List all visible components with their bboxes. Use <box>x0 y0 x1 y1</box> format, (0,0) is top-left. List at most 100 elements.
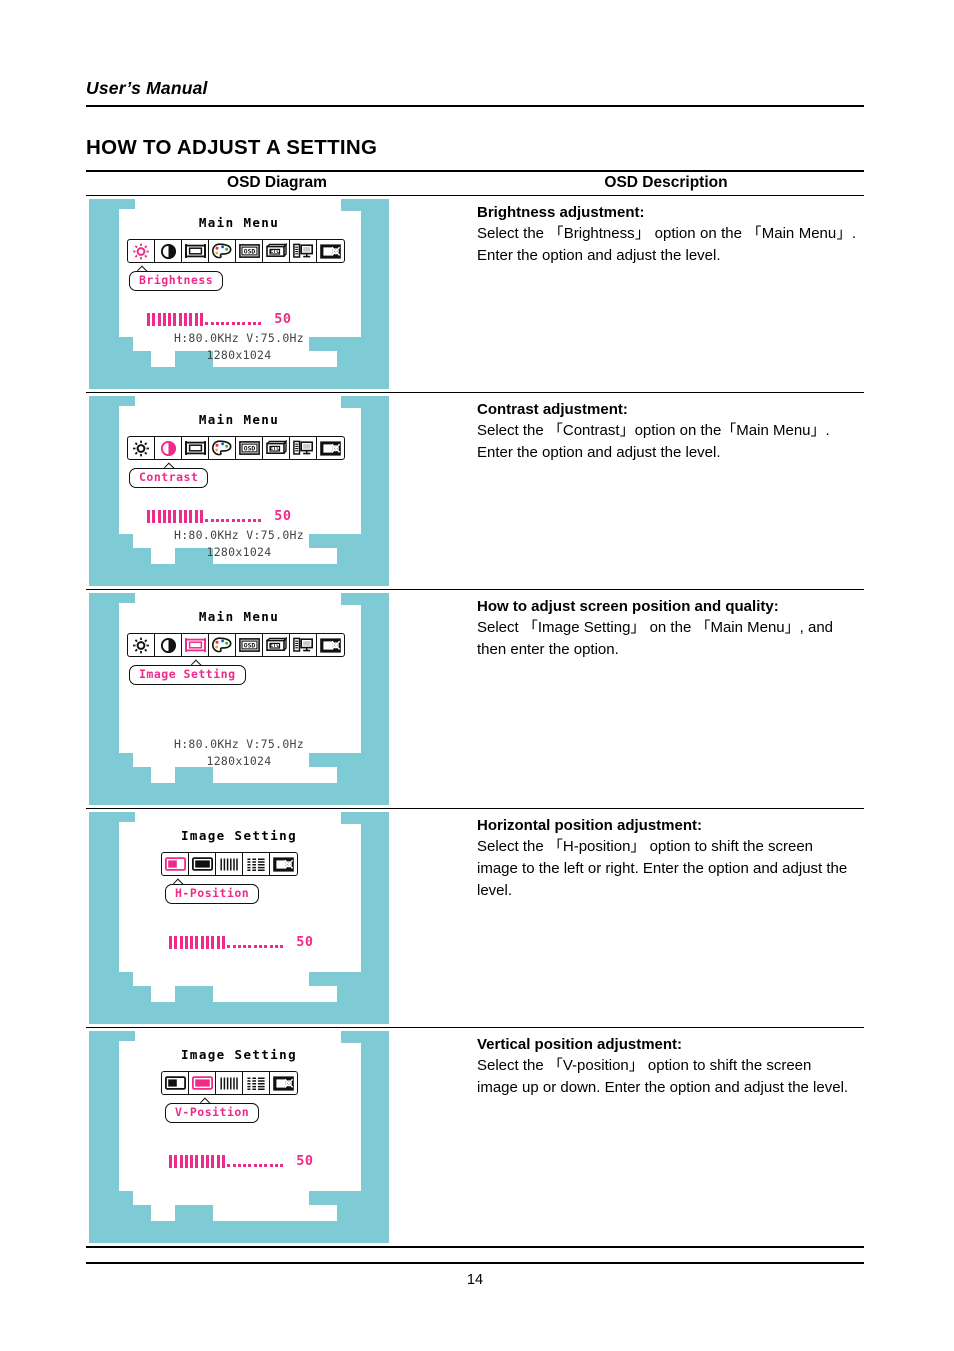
header-rule <box>86 105 864 107</box>
information-icon[interactable] <box>290 634 317 656</box>
osd-icon-row[interactable]: OSD ETC <box>127 633 345 657</box>
osd-resolution: 1280x1024 <box>206 348 272 362</box>
table-row: Main Menu <box>86 392 864 590</box>
osd-level-value: 50 <box>296 934 314 950</box>
bar-filled <box>169 935 225 949</box>
manual-title: User’s Manual <box>86 78 208 98</box>
exit-icon[interactable] <box>270 1072 297 1094</box>
h-position-icon[interactable] <box>162 853 189 875</box>
osd-content: Main Menu <box>89 199 389 389</box>
image-setting-icon[interactable] <box>182 634 209 656</box>
osd-selected-label: Brightness <box>129 271 224 291</box>
osd-diagram-cell: Main Menu <box>86 195 468 393</box>
phase-icon[interactable] <box>243 853 270 875</box>
brightness-icon[interactable] <box>128 634 155 656</box>
osd-level-value: 50 <box>296 1153 314 1169</box>
brightness-icon[interactable] <box>128 240 155 262</box>
v-position-icon[interactable] <box>189 853 216 875</box>
osd-selected-label: H-Position <box>165 884 260 904</box>
brightness-icon[interactable] <box>128 437 155 459</box>
bar-empty <box>227 936 284 949</box>
svg-text:ETC: ETC <box>270 249 279 255</box>
color-icon[interactable] <box>209 634 236 656</box>
osd-diagram: Main Menu <box>89 593 389 805</box>
osd-menu-title: Image Setting <box>180 1047 298 1062</box>
description-block: Brightness adjustment: Select the 「Bright… <box>468 196 864 277</box>
table-body: Main Menu OSD ETC Brightness 50 H:80.0KH… <box>86 195 864 1248</box>
bar-empty <box>227 1155 284 1168</box>
osd-icon-row[interactable]: OSD ETC <box>127 436 345 460</box>
svg-text:OSD: OSD <box>243 641 255 649</box>
etc-icon[interactable]: ETC <box>263 240 290 262</box>
bar-filled <box>147 509 203 523</box>
osd-menu-title: Main Menu <box>198 412 280 427</box>
description-body: Select the 「V-position」 option to shift … <box>477 1057 849 1097</box>
information-icon[interactable] <box>290 437 317 459</box>
etc-icon[interactable]: ETC <box>263 437 290 459</box>
contrast-icon[interactable] <box>155 240 182 262</box>
exit-icon[interactable] <box>317 437 344 459</box>
clock-icon[interactable] <box>216 853 243 875</box>
description-heading: Contrast adjustment: <box>477 401 628 418</box>
osd-icon-row[interactable]: OSD ETC <box>127 239 345 263</box>
osd-diagram: Main Menu <box>89 199 389 389</box>
v-position-icon[interactable] <box>189 1072 216 1094</box>
osd-icon[interactable]: OSD <box>236 240 263 262</box>
osd-selected-label: V-Position <box>165 1103 260 1123</box>
description-heading: Brightness adjustment: <box>477 204 645 221</box>
footer-rule <box>86 1262 864 1264</box>
exit-icon[interactable] <box>270 853 297 875</box>
osd-content: Main Menu <box>89 593 389 805</box>
table-row: Main Menu <box>86 195 864 393</box>
color-icon[interactable] <box>209 437 236 459</box>
osd-level-value: 50 <box>274 508 292 524</box>
contrast-icon[interactable] <box>155 634 182 656</box>
svg-text:ETC: ETC <box>270 643 279 649</box>
description-heading: Vertical position adjustment: <box>477 1036 683 1053</box>
description-body: Select 「Image Setting」 on the 「Main Menu… <box>477 619 834 659</box>
osd-selected-label: Image Setting <box>129 665 246 685</box>
osd-diagram: Image Setting H-Position 50 <box>89 812 389 1024</box>
osd-selected-label: Contrast <box>129 468 209 488</box>
clock-icon[interactable] <box>216 1072 243 1094</box>
osd-resolution: 1280x1024 <box>206 754 272 768</box>
osd-level-value: 50 <box>274 311 292 327</box>
document-header: User’s Manual <box>86 78 864 107</box>
osd-description-cell: Contrast adjustment: Select the 「Contrast… <box>468 392 864 590</box>
description-block: Vertical position adjustment: Select the … <box>468 1028 864 1109</box>
exit-icon[interactable] <box>317 634 344 656</box>
description-body: Select the 「Brightness」 option on the 「M… <box>477 225 856 265</box>
information-icon[interactable] <box>290 240 317 262</box>
description-block: Horizontal position adjustment: Select th… <box>468 809 864 912</box>
osd-level-bar[interactable]: 50 <box>169 934 314 950</box>
osd-level-bar[interactable]: 50 <box>169 1153 314 1169</box>
osd-description-cell: Horizontal position adjustment: Select th… <box>468 808 864 1028</box>
osd-icon-row[interactable] <box>161 1071 298 1095</box>
bar-empty <box>205 313 262 326</box>
image-setting-icon[interactable] <box>182 437 209 459</box>
osd-description-cell: Vertical position adjustment: Select the … <box>468 1027 864 1248</box>
h-position-icon[interactable] <box>162 1072 189 1094</box>
svg-text:OSD: OSD <box>243 444 255 452</box>
image-setting-icon[interactable] <box>182 240 209 262</box>
etc-icon[interactable]: ETC <box>263 634 290 656</box>
osd-level-bar[interactable]: 50 <box>147 311 292 327</box>
osd-diagram-cell: Main Menu <box>86 392 468 590</box>
color-icon[interactable] <box>209 240 236 262</box>
bar-filled <box>169 1154 225 1168</box>
column-header-osd-description: OSD Description <box>468 170 864 196</box>
osd-diagram: Image Setting V-Position 50 <box>89 1031 389 1243</box>
exit-icon[interactable] <box>317 240 344 262</box>
description-body: Select the 「Contrast」option on the「Main … <box>477 422 830 462</box>
osd-frequency: H:80.0KHz V:75.0Hz <box>173 737 305 751</box>
osd-icon[interactable]: OSD <box>236 437 263 459</box>
contrast-icon[interactable] <box>155 437 182 459</box>
phase-icon[interactable] <box>243 1072 270 1094</box>
osd-diagram-cell: Image Setting V-Position 50 <box>86 1027 468 1248</box>
osd-settings-table: OSD Diagram OSD Description Main Menu OS… <box>86 170 864 1248</box>
osd-level-bar[interactable]: 50 <box>147 508 292 524</box>
osd-icon[interactable]: OSD <box>236 634 263 656</box>
osd-frequency: H:80.0KHz V:75.0Hz <box>173 528 305 542</box>
osd-icon-row[interactable] <box>161 852 298 876</box>
osd-content: Main Menu <box>89 396 389 586</box>
